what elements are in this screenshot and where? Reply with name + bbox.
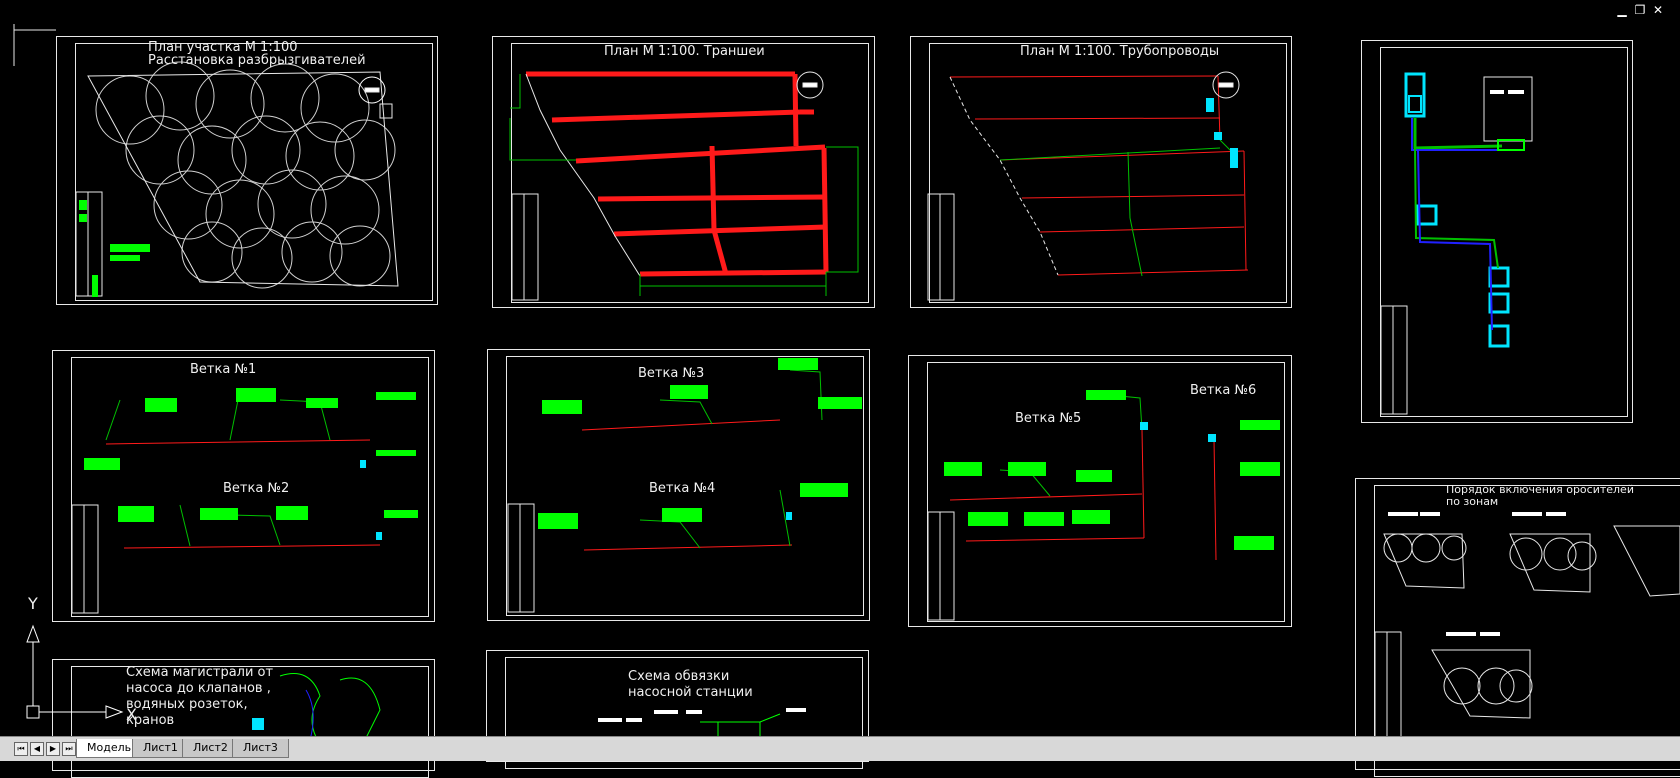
sprinkler-circles [95,61,396,289]
pipelines-drawing [949,75,1249,276]
layout-tab-bar: ⏮ ◀ ▶ ⏭ Модель Лист1 Лист2 Лист3 [0,736,1680,761]
main-scheme-drawing [1380,72,1533,415]
last-tab-button[interactable]: ⏭ [62,742,76,756]
next-tab-button[interactable]: ▶ [46,742,60,756]
tab-sheet2[interactable]: Лист2 [182,739,239,758]
ucs-icon [26,624,124,719]
zone-order-drawing [1374,525,1680,736]
tab-sheet3[interactable]: Лист3 [232,739,289,758]
trenches-outline [511,71,824,301]
pipelines-green [999,139,1233,277]
trenches-drawing [526,71,829,277]
model-space-canvas[interactable]: ▁ ❐ ✕ План участка М 1:100 Расстановка р… [0,0,1680,778]
first-tab-button[interactable]: ⏮ [14,742,28,756]
prev-tab-button[interactable]: ◀ [30,742,44,756]
pipelines-outline [949,76,1059,276]
trenches-dims [509,74,859,296]
site-plan-labels [79,200,150,297]
branch-5-6-drawing [927,394,1217,621]
branch-1-2-drawing [71,389,381,614]
drawing-geometry [13,24,1680,736]
tab-sheet1[interactable]: Лист1 [132,739,189,758]
